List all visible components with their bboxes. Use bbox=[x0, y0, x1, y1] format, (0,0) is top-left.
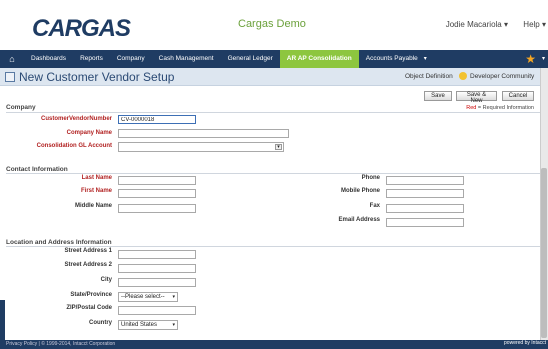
help-menu[interactable]: Help ▾ bbox=[523, 20, 546, 29]
country-select[interactable]: United States ▾ bbox=[118, 320, 178, 330]
user-menu[interactable]: Jodie Macariola ▾ bbox=[446, 20, 508, 29]
consolidation-gl-select[interactable]: ▾ bbox=[118, 142, 284, 152]
left-accent bbox=[0, 300, 5, 340]
page-title: New Customer Vendor Setup bbox=[19, 70, 175, 84]
phone-input[interactable] bbox=[386, 176, 464, 185]
app-title: Cargas Demo bbox=[238, 18, 306, 30]
help-label: Help bbox=[523, 20, 540, 29]
save-new-button[interactable]: Save & New bbox=[456, 91, 497, 104]
nav-reports[interactable]: Reports bbox=[73, 50, 110, 68]
street2-label: Street Address 2 bbox=[64, 262, 112, 268]
mobile-phone-input[interactable] bbox=[386, 189, 464, 198]
chevron-down-icon[interactable]: ▾ bbox=[542, 55, 545, 62]
zip-label: ZIP/Postal Code bbox=[66, 305, 112, 311]
middle-name-input[interactable] bbox=[118, 204, 196, 213]
mobile-phone-label: Mobile Phone bbox=[341, 188, 380, 194]
country-select-value: United States bbox=[121, 322, 158, 328]
developer-community-link[interactable]: Developer Community bbox=[470, 73, 534, 80]
user-name: Jodie Macariola bbox=[445, 20, 502, 29]
nav-dashboards[interactable]: Dashboards bbox=[24, 50, 73, 68]
company-name-input[interactable] bbox=[118, 129, 289, 138]
section-company: Company bbox=[6, 104, 36, 111]
country-label: Country bbox=[89, 320, 112, 326]
nav-cash-management[interactable]: Cash Management bbox=[152, 50, 221, 68]
fax-label: Fax bbox=[369, 203, 380, 209]
section-contact: Contact Information bbox=[6, 166, 68, 173]
last-name-input[interactable] bbox=[118, 176, 196, 185]
app-header: CARGAS Cargas Demo Jodie Macariola ▾ Hel… bbox=[0, 0, 548, 50]
chevron-down-icon: ▾ bbox=[172, 294, 175, 300]
nav-accounts-payable[interactable]: Accounts Payable ▾ bbox=[359, 50, 434, 68]
section-location: Location and Address Information bbox=[6, 239, 112, 246]
email-input[interactable] bbox=[386, 218, 464, 227]
state-label: State/Province bbox=[70, 292, 112, 298]
divider bbox=[6, 246, 540, 247]
object-definition-link[interactable]: Object Definition bbox=[405, 73, 453, 80]
developer-icon bbox=[459, 72, 467, 80]
street2-input[interactable] bbox=[118, 264, 196, 273]
chevron-down-icon: ▾ bbox=[423, 56, 427, 62]
street1-label: Street Address 1 bbox=[64, 248, 112, 254]
scroll-thumb[interactable] bbox=[541, 168, 547, 338]
email-label: Email Address bbox=[338, 217, 380, 223]
phone-label: Phone bbox=[361, 175, 380, 181]
street1-input[interactable] bbox=[118, 250, 196, 259]
divider bbox=[6, 112, 540, 113]
star-icon[interactable]: ★ bbox=[525, 52, 536, 66]
svg-text:CARGAS: CARGAS bbox=[32, 15, 131, 42]
cvn-label: CustomerVendorNumber bbox=[40, 116, 112, 122]
consolidation-gl-label: Consolidation GL Account bbox=[36, 143, 112, 149]
zip-input[interactable] bbox=[118, 306, 196, 315]
title-bar: New Customer Vendor Setup Object Definit… bbox=[0, 68, 548, 86]
home-icon[interactable]: ⌂ bbox=[0, 50, 24, 68]
first-name-input[interactable] bbox=[118, 189, 196, 198]
middle-name-label: Middle Name bbox=[74, 203, 112, 209]
chevron-down-icon: ▾ bbox=[503, 20, 508, 29]
scrollbar[interactable] bbox=[540, 68, 548, 340]
divider bbox=[6, 173, 540, 174]
chevron-down-icon: ▾ bbox=[541, 20, 546, 29]
cancel-button[interactable]: Cancel bbox=[502, 91, 534, 101]
city-label: City bbox=[100, 277, 112, 283]
main-nav: ⌂ Dashboards Reports Company Cash Manage… bbox=[0, 50, 548, 68]
first-name-label: First Name bbox=[80, 188, 112, 194]
fax-input[interactable] bbox=[386, 204, 464, 213]
footer-text[interactable]: Privacy Policy | © 1999-2014, Intacct Co… bbox=[6, 341, 115, 347]
page-icon bbox=[5, 72, 15, 82]
nav-company[interactable]: Company bbox=[110, 50, 152, 68]
powered-by-logo: powered by Intacct bbox=[504, 340, 546, 346]
company-name-label: Company Name bbox=[66, 130, 112, 136]
nav-accounts-payable-label: Accounts Payable bbox=[365, 55, 418, 62]
state-select[interactable]: --Please select-- ▾ bbox=[118, 292, 178, 302]
customer-vendor-number-input[interactable] bbox=[118, 115, 196, 124]
footer: Privacy Policy | © 1999-2014, Intacct Co… bbox=[0, 340, 548, 349]
chevron-down-icon: ▾ bbox=[172, 322, 175, 328]
form-content: Save Save & New Cancel Red = Required In… bbox=[0, 87, 540, 339]
nav-general-ledger[interactable]: General Ledger bbox=[221, 50, 280, 68]
last-name-label: Last Name bbox=[81, 175, 112, 181]
city-input[interactable] bbox=[118, 278, 196, 287]
nav-ar-ap-consolidation[interactable]: AR AP Consolidation bbox=[279, 50, 359, 68]
chevron-down-icon: ▾ bbox=[275, 144, 282, 150]
cargas-logo[interactable]: CARGAS bbox=[30, 12, 140, 42]
save-button[interactable]: Save bbox=[424, 91, 452, 101]
state-select-value: --Please select-- bbox=[121, 294, 165, 300]
